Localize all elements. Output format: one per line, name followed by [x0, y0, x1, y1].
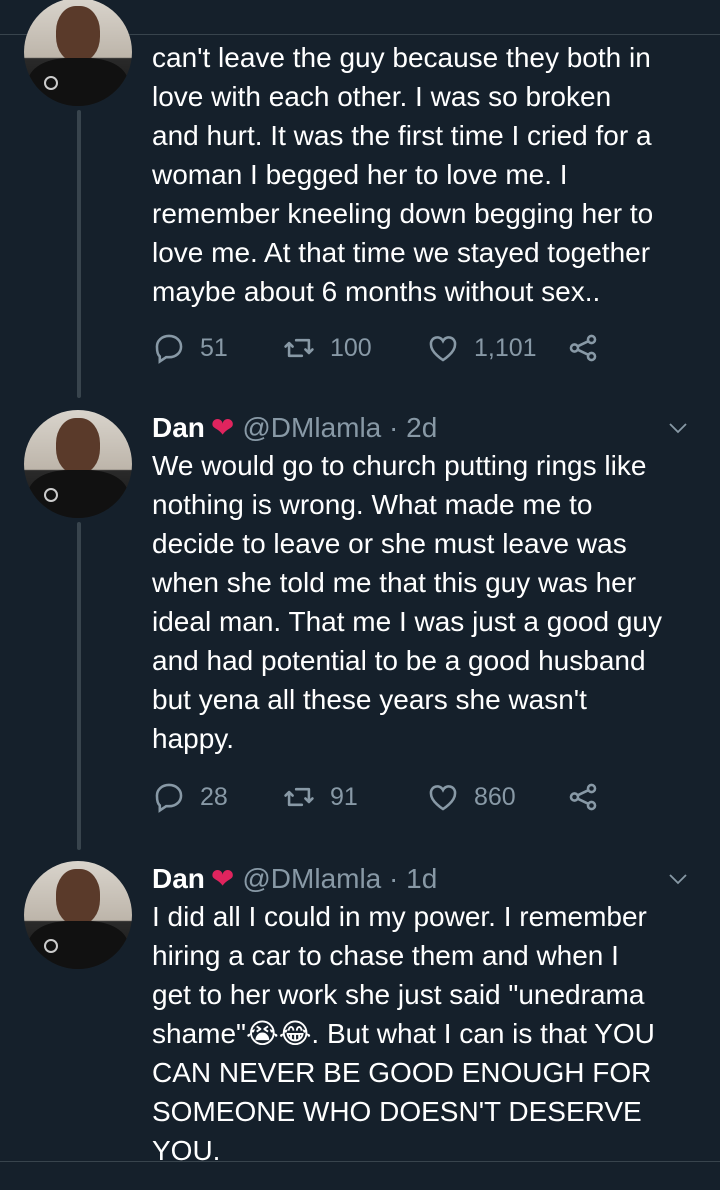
- thread-line: [77, 522, 81, 850]
- tweet-actions: 51 100 1,101: [152, 328, 614, 368]
- tweet-text: We would go to church putting rings like…: [152, 450, 662, 754]
- bottom-divider: [0, 1161, 720, 1162]
- tweet-actions: 28 91 860: [152, 777, 614, 817]
- avatar[interactable]: [24, 861, 132, 969]
- thread-line: [77, 110, 81, 398]
- tweet-2[interactable]: Dan ❤ @DMlamla · 2d We would go to churc…: [152, 410, 700, 758]
- author-handle[interactable]: @DMlamla · 2d: [242, 412, 437, 444]
- share-icon: [569, 783, 597, 811]
- reply-button[interactable]: 51: [152, 331, 282, 365]
- tweet-text: I did all I could in my power. I remembe…: [152, 901, 655, 1166]
- author-name[interactable]: Dan: [152, 412, 205, 444]
- share-button[interactable]: [566, 331, 614, 365]
- retweet-count: 91: [330, 782, 358, 811]
- author-name[interactable]: Dan: [152, 863, 205, 895]
- like-button[interactable]: 860: [426, 780, 566, 814]
- retweet-icon: [284, 338, 314, 358]
- retweet-button[interactable]: 100: [282, 331, 426, 365]
- reply-count: 51: [200, 333, 228, 362]
- reply-icon: [155, 334, 183, 364]
- reply-button[interactable]: 28: [152, 780, 282, 814]
- red-heart-emoji: ❤: [210, 412, 235, 443]
- avatar[interactable]: [24, 0, 132, 106]
- chevron-down-icon[interactable]: [666, 416, 690, 440]
- retweet-count: 100: [330, 333, 372, 362]
- twitter-thread: can't leave the guy because they both in…: [0, 0, 720, 1190]
- avatar[interactable]: [24, 410, 132, 518]
- like-count: 860: [474, 782, 516, 811]
- tweet-header: Dan ❤ @DMlamla · 2d: [152, 410, 700, 446]
- reply-count: 28: [200, 782, 228, 811]
- share-icon: [569, 334, 597, 362]
- like-icon: [429, 336, 457, 362]
- reply-icon: [155, 783, 183, 813]
- share-button[interactable]: [566, 780, 614, 814]
- tweet-3[interactable]: Dan ❤ @DMlamla · 1d I did all I could in…: [152, 861, 700, 1170]
- tweet-text: can't leave the guy because they both in…: [152, 42, 654, 307]
- author-handle[interactable]: @DMlamla · 1d: [242, 863, 437, 895]
- like-button[interactable]: 1,101: [426, 331, 566, 365]
- retweet-icon: [284, 787, 314, 807]
- tweet-1[interactable]: can't leave the guy because they both in…: [152, 38, 700, 311]
- retweet-button[interactable]: 91: [282, 780, 426, 814]
- tweet-header: Dan ❤ @DMlamla · 1d: [152, 861, 700, 897]
- chevron-down-icon[interactable]: [666, 867, 690, 891]
- red-heart-emoji: ❤: [210, 863, 235, 894]
- like-icon: [429, 785, 457, 811]
- like-count: 1,101: [474, 333, 537, 362]
